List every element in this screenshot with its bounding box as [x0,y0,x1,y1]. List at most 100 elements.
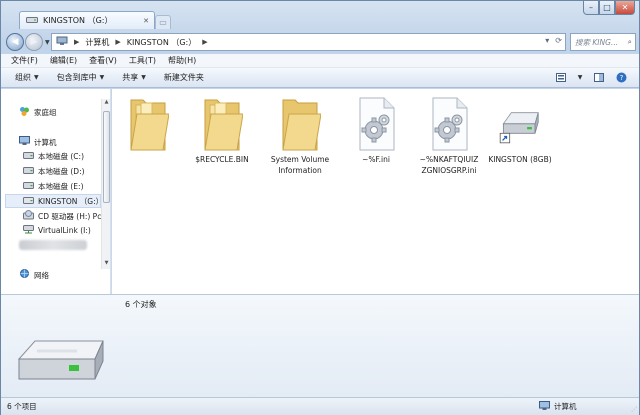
computer-icon [19,136,30,148]
nav-drive-c[interactable]: 本地磁盘 (C:) [23,151,84,162]
forward-button[interactable]: ▶ [25,33,43,51]
minimize-button[interactable]: – [583,1,599,15]
nav-drive-h-label: CD 驱动器 (H:) Pc [38,211,102,221]
file-list: $RECYCLE.BIN System Volume Information ~… [112,89,639,294]
share-label: 共享 [122,73,139,82]
nav-drive-h[interactable]: CD 驱动器 (H:) Pc [23,210,101,222]
search-icon[interactable]: ⌕ [628,37,632,47]
help-icon[interactable]: ? [615,71,627,83]
resize-grip-icon[interactable]: ⋰ [631,406,637,413]
view-dropdown-icon[interactable]: ▼ [577,71,583,83]
title-bar: KINGSTON （G:） ✕ ▭ – □ ✕ [1,1,639,29]
nav-drive-e-label: 本地磁盘 (E:) [38,182,84,191]
scroll-thumb[interactable] [103,111,110,203]
scroll-up-icon[interactable]: ▲ [102,99,111,108]
file-name: $RECYCLE.BIN [195,155,249,164]
tab-close-icon[interactable]: ✕ [143,17,149,25]
status-location-label: 计算机 [554,402,577,411]
close-button[interactable]: ✕ [615,1,635,15]
usb-drive-icon [23,196,34,206]
recent-pages-dropdown-icon[interactable]: ▼ [45,39,50,46]
address-row: ◀ ▶ ▼ ▶ 计算机 ▶ KINGSTON （G:） ▶ ▾ ⟳ 搜索 KIN… [1,31,639,53]
nav-homegroup[interactable]: 家庭组 [19,106,57,119]
nav-scrollbar[interactable]: ▲ ▼ [101,99,110,269]
file-item[interactable]: $RECYCLE.BIN [187,94,257,165]
file-name: KINGSTON (8GB) [488,155,552,164]
nav-drive-i-label: VirtualLink (I:) [38,226,91,235]
network-drive-icon [23,225,34,236]
folder-icon [277,94,323,152]
usb-drive-large-icon [13,333,109,391]
nav-drive-d[interactable]: 本地磁盘 (D:) [23,166,85,177]
nav-drive-g[interactable]: KINGSTON （G:） [5,194,104,208]
hard-drive-icon [23,152,34,161]
computer-icon [56,36,68,48]
hard-drive-icon [23,182,34,191]
object-count: 6 个对象 [125,300,157,309]
cd-drive-icon [23,210,34,222]
breadcrumb-computer[interactable]: 计算机 [85,37,109,48]
maximize-button[interactable]: □ [599,1,615,15]
organize-button[interactable]: 组织 ▼ [15,72,39,83]
nav-network-label: 网络 [34,270,49,280]
organize-label: 组织 [15,73,31,82]
back-button[interactable]: ◀ [6,33,24,51]
breadcrumb-separator-icon[interactable]: ▶ [202,38,207,46]
item-count: 6 个项目 [7,402,37,411]
preview-pane-icon[interactable] [593,71,605,83]
nav-computer-label: 计算机 [34,137,57,147]
explorer-window: KINGSTON （G:） ✕ ▭ – □ ✕ ◀ ▶ ▼ ▶ 计算机 ▶ KI… [0,0,640,415]
nav-drive-g-label: KINGSTON （G:） [38,196,104,206]
drive-icon [26,16,38,26]
scroll-down-icon[interactable]: ▼ [102,260,111,269]
network-icon [19,269,30,281]
file-item[interactable]: System Volume Information [267,94,333,176]
menu-help[interactable]: 帮助(H) [168,55,196,66]
menu-edit[interactable]: 编辑(E) [50,55,77,66]
drive-shortcut-icon [497,94,543,152]
new-folder-button[interactable]: 新建文件夹 [164,72,204,83]
folder-icon [199,94,245,152]
search-box[interactable]: 搜索 KING... ⌕ [570,33,636,51]
window-title: KINGSTON （G:） [43,16,113,25]
nav-drive-i[interactable]: VirtualLink (I:) [23,225,91,236]
breadcrumb-separator-icon[interactable]: ▶ [74,38,79,46]
nav-drive-e[interactable]: 本地磁盘 (E:) [23,181,84,192]
file-name: ~%NKAFTQIUIZ ZGNIOSGRP.ini [419,155,479,175]
window-tab[interactable]: KINGSTON （G:） ✕ [19,11,155,29]
hard-drive-icon [23,167,34,176]
file-item[interactable] [113,94,183,154]
address-dropdown-icon[interactable]: ▾ [545,36,549,45]
breadcrumb-separator-icon[interactable]: ▶ [115,38,120,46]
menu-tools[interactable]: 工具(T) [129,55,156,66]
include-in-library-label: 包含到库中 [56,73,97,82]
redacted-item [19,240,87,250]
menu-bar: 文件(F) 编辑(E) 查看(V) 工具(T) 帮助(H) [1,54,639,68]
nav-drive-c-label: 本地磁盘 (C:) [38,152,84,161]
config-file-icon [353,94,399,152]
include-in-library-button[interactable]: 包含到库中 ▼ [57,72,105,83]
nav-computer[interactable]: 计算机 [19,136,57,148]
search-input[interactable]: 搜索 KING... [575,37,618,48]
details-pane: 6 个对象 [1,294,639,397]
view-options-icon[interactable] [555,71,567,83]
file-item[interactable]: ~%F.ini [341,94,411,165]
breadcrumb-kingston[interactable]: KINGSTON （G:） [127,37,196,48]
chevron-down-icon: ▼ [34,74,39,81]
menu-file[interactable]: 文件(F) [11,55,38,66]
file-item[interactable]: ~%NKAFTQIUIZ ZGNIOSGRP.ini [412,94,486,176]
computer-icon [539,400,550,413]
navigation-pane: 家庭组 计算机 本地磁盘 (C:) 本地磁盘 (D:) 本地磁盘 (E:) KI… [1,89,111,294]
menu-view[interactable]: 查看(V) [89,55,117,66]
new-tab-button[interactable]: ▭ [155,15,171,29]
command-bar: 组织 ▼ 包含到库中 ▼ 共享 ▼ 新建文件夹 ▼ ? [1,68,639,88]
folder-icon [125,94,171,152]
new-folder-label: 新建文件夹 [163,73,204,82]
homegroup-icon [19,106,30,119]
svg-text:?: ? [619,74,623,82]
address-bar[interactable]: ▶ 计算机 ▶ KINGSTON （G:） ▶ ▾ ⟳ [51,33,566,51]
refresh-icon[interactable]: ⟳ [555,36,562,45]
nav-network[interactable]: 网络 [19,269,49,281]
share-button[interactable]: 共享 ▼ [122,72,146,83]
file-item[interactable]: KINGSTON (8GB) [485,94,555,165]
